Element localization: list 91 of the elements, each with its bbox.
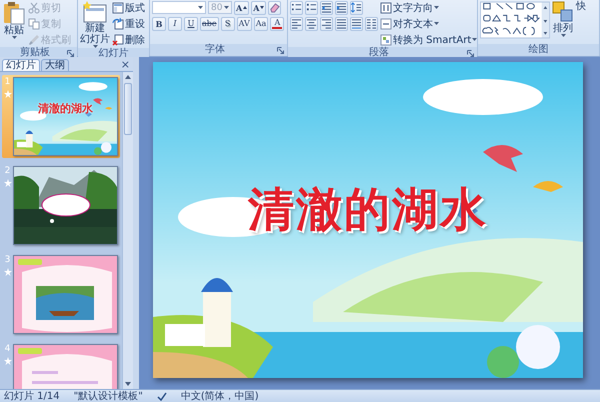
brush-icon xyxy=(28,34,40,46)
scissors-icon xyxy=(28,2,40,14)
caret-icon xyxy=(472,38,478,41)
align-right-icon xyxy=(321,18,332,29)
shapes-gallery-drawing[interactable] xyxy=(480,0,550,40)
dialog-launcher-icon[interactable] xyxy=(467,50,474,56)
center-button[interactable] xyxy=(305,16,318,30)
font-color-button[interactable]: A xyxy=(270,16,284,30)
bullets-button[interactable] xyxy=(290,0,303,14)
caret-icon xyxy=(198,6,203,9)
caret-icon xyxy=(434,6,439,9)
slide-counter: 幻灯片 1/14 xyxy=(4,390,60,402)
distribute-button[interactable] xyxy=(350,16,363,30)
dialog-launcher-icon[interactable] xyxy=(277,46,284,54)
slide-title: 清澈的湖水 xyxy=(246,180,489,238)
reset-button[interactable]: 重设 xyxy=(112,16,145,30)
caret-icon xyxy=(560,34,566,37)
dialog-launcher-icon[interactable] xyxy=(67,50,74,56)
underline-button[interactable]: U xyxy=(184,16,198,30)
bullet-list-icon xyxy=(291,2,302,13)
group-label: 绘图 xyxy=(528,44,550,56)
group-label: 字体 xyxy=(204,44,226,56)
new-slide-icon xyxy=(83,1,107,23)
slide-number: 3 xyxy=(4,255,10,265)
increase-indent-icon xyxy=(336,2,347,13)
theme-name: "默认设计模板" xyxy=(74,390,143,402)
bold-button[interactable]: B xyxy=(152,16,166,30)
group-label: 段落 xyxy=(368,47,390,59)
grow-font-button[interactable]: A xyxy=(234,0,250,14)
decrease-indent-icon xyxy=(321,2,332,13)
justify-icon xyxy=(336,18,347,29)
numbering-button[interactable] xyxy=(305,0,318,14)
slide-number: 4 xyxy=(4,344,10,354)
slide-number: 2 xyxy=(4,166,10,176)
outdent-button[interactable] xyxy=(320,0,333,14)
language: 中文(简体，中国) xyxy=(180,390,259,402)
distribute-icon xyxy=(351,18,362,29)
arrange-button[interactable]: 排列 xyxy=(552,0,574,37)
numbered-list-icon xyxy=(306,2,317,13)
align-left-icon xyxy=(291,18,302,29)
layout-button[interactable]: 版式 xyxy=(112,0,145,14)
paste-button[interactable]: 粘贴 xyxy=(2,0,26,39)
columns-icon xyxy=(366,18,377,29)
shadow-button[interactable]: S xyxy=(220,16,235,30)
justify-button[interactable] xyxy=(335,16,348,30)
copy-icon xyxy=(28,18,40,30)
eraser-icon xyxy=(269,2,280,13)
up-arrow-icon[interactable] xyxy=(125,75,131,79)
layout-icon xyxy=(112,2,124,14)
down-caret-icon xyxy=(260,6,264,9)
scroll-thumb[interactable] xyxy=(124,83,132,135)
caret-icon xyxy=(434,22,439,25)
caret-icon xyxy=(12,36,16,39)
shrink-font-button[interactable]: A xyxy=(251,0,266,14)
clipboard-icon xyxy=(2,1,26,25)
alignright-button[interactable] xyxy=(320,16,333,30)
align-text-icon xyxy=(380,18,392,30)
delete-button[interactable]: 删除 xyxy=(112,32,145,46)
check-icon[interactable] xyxy=(156,392,167,400)
pane-tab[interactable]: 大纲 xyxy=(41,59,69,71)
smartart-icon xyxy=(380,34,392,46)
delete-icon xyxy=(112,34,124,46)
text-direction-icon xyxy=(380,2,392,14)
columns-button[interactable] xyxy=(365,16,378,30)
textdir-button[interactable]: 文字方向 xyxy=(380,0,439,14)
close-button[interactable]: × xyxy=(118,59,133,71)
linespacing-button[interactable] xyxy=(350,0,363,14)
line-spacing-icon xyxy=(351,2,362,13)
down-arrow-icon[interactable] xyxy=(125,382,131,386)
italic-button[interactable]: I xyxy=(168,16,182,30)
font-name-field[interactable] xyxy=(152,1,206,14)
group-label: 剪贴板 xyxy=(19,47,51,59)
indent-button[interactable] xyxy=(335,0,348,14)
spacing-button[interactable]: AV xyxy=(236,16,252,30)
quick-styles-button[interactable]: 快 xyxy=(576,0,586,12)
pane-tab[interactable]: 幻灯片 xyxy=(2,59,40,71)
strike-button[interactable]: abe xyxy=(200,16,219,30)
thumbnail-title: 清澈的湖水 xyxy=(37,101,94,116)
scrollbar[interactable] xyxy=(122,72,133,389)
case-button[interactable]: Aa xyxy=(254,16,268,30)
alignleft-button[interactable] xyxy=(290,16,303,30)
reset-icon xyxy=(112,18,124,30)
clear-button[interactable] xyxy=(268,0,282,14)
aligntext-button[interactable]: 对齐文本 xyxy=(380,16,439,30)
group-label: 幻灯片 xyxy=(98,48,130,60)
align-center-icon xyxy=(306,18,317,29)
newslide-button[interactable]: 新建 幻灯片 xyxy=(80,0,110,48)
caret-icon xyxy=(224,6,229,9)
smartart-button[interactable]: 转换为 SmartArt xyxy=(380,32,478,46)
up-caret-icon xyxy=(243,6,248,9)
slide-number: 1 xyxy=(4,77,10,87)
